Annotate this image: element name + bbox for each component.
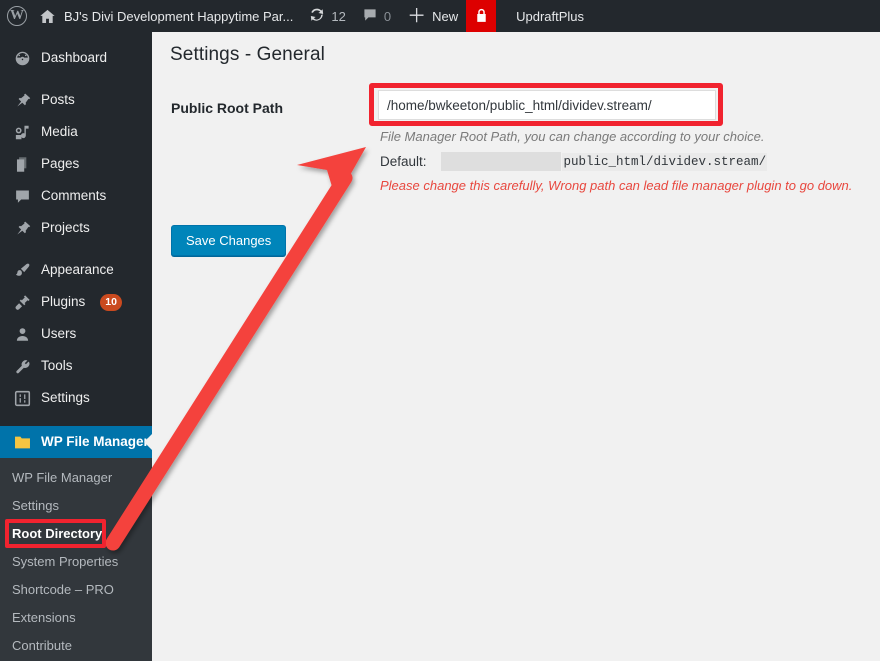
sidebar-item-appearance[interactable]: Appearance [0,254,152,286]
submenu-item-contribute[interactable]: Contribute [0,632,152,660]
updraftplus-menu[interactable]: UpdraftPlus [496,0,602,32]
sidebar-item-plugins[interactable]: Plugins 10 [0,286,152,318]
user-icon [12,324,32,344]
sidebar-label: Media [41,125,78,139]
public-root-path-label: Public Root Path [171,100,283,116]
save-changes-button[interactable]: Save Changes [171,225,286,256]
new-content-menu[interactable]: ＋ New [399,0,466,32]
plug-icon [12,292,32,312]
wordpress-logo-icon: W [7,6,27,26]
comment-bubble-icon [12,186,32,206]
current-menu-pointer [144,434,152,450]
sidebar-item-comments[interactable]: Comments [0,180,152,212]
sidebar-item-pages[interactable]: Pages [0,148,152,180]
menu-group-separator-1 [0,74,152,84]
sidebar-item-settings[interactable]: Settings [0,382,152,414]
updraftplus-label: UpdraftPlus [504,9,594,24]
pages-icon [12,154,32,174]
sidebar-label: Settings [41,391,90,405]
wrench-icon [12,356,32,376]
site-name-menu[interactable]: BJ's Divi Development Happytime Par... [31,0,301,32]
sidebar-item-posts[interactable]: Posts [0,84,152,116]
media-icon [12,122,32,142]
default-label: Default: [380,154,427,169]
wp-file-manager-submenu: WP File Manager Settings Root Directory … [0,458,152,661]
redacted-path-block [441,152,561,171]
menu-group-separator-3 [0,414,152,424]
sidebar-item-tools[interactable]: Tools [0,350,152,382]
new-label: New [432,9,458,24]
submenu-item-extensions[interactable]: Extensions [0,604,152,632]
sidebar-label: WP File Manager [41,435,149,449]
home-icon [39,8,56,25]
submenu-item-wp-file-manager[interactable]: WP File Manager [0,464,152,492]
plus-icon: ＋ [407,7,426,26]
default-path-row: Default: public_html/dividev.stream/ [380,152,767,171]
sidebar-label: Posts [41,93,75,107]
menu-group-separator-2 [0,244,152,254]
submenu-item-system-properties[interactable]: System Properties [0,548,152,576]
default-path-value: public_html/dividev.stream/ [562,153,768,171]
admin-bar: W BJ's Divi Development Happytime Par...… [0,0,880,32]
sidebar-label: Pages [41,157,79,171]
sidebar-label: Appearance [41,263,114,277]
updates-menu[interactable]: 12 [301,0,353,32]
admin-sidebar-menu: Dashboard Posts Media [0,32,152,661]
public-root-path-input[interactable] [378,90,716,120]
pin-icon [12,218,32,238]
menu-spacer-top [0,32,152,42]
wp-logo-menu[interactable]: W [0,0,31,32]
comments-count: 0 [384,9,391,24]
sidebar-label: Users [41,327,76,341]
submenu-item-shortcode-pro[interactable]: Shortcode – PRO [0,576,152,604]
settings-general-panel: Settings - General Public Root Path File… [152,32,880,661]
sidebar-label: Tools [41,359,73,373]
sliders-icon [12,388,32,408]
sidebar-label: Plugins [41,295,85,309]
comment-bubble-icon [362,7,378,26]
page-title: Settings - General [170,44,325,66]
dashboard-icon [12,48,32,68]
submenu-item-root-directory[interactable]: Root Directory [0,520,152,548]
sidebar-label: Dashboard [41,51,107,65]
root-path-help-text: File Manager Root Path, you can change a… [380,129,764,144]
wordpress-admin-screen: W BJ's Divi Development Happytime Par...… [0,0,880,661]
sidebar-label: Projects [41,221,90,235]
plugins-update-badge: 10 [100,294,122,311]
submenu-item-settings[interactable]: Settings [0,492,152,520]
sidebar-item-media[interactable]: Media [0,116,152,148]
site-name-label: BJ's Divi Development Happytime Par... [62,9,293,24]
sidebar-item-users[interactable]: Users [0,318,152,350]
comments-menu[interactable]: 0 [354,0,399,32]
updates-count: 12 [331,9,345,24]
updraftplus-lock-icon[interactable] [466,0,496,32]
sidebar-item-projects[interactable]: Projects [0,212,152,244]
sidebar-item-wp-file-manager[interactable]: WP File Manager [0,426,152,458]
sidebar-label: Comments [41,189,106,203]
sidebar-item-dashboard[interactable]: Dashboard [0,42,152,74]
pin-icon [12,90,32,110]
folder-icon [12,432,32,452]
paintbrush-icon [12,260,32,280]
root-path-warning-text: Please change this carefully, Wrong path… [380,178,852,193]
updates-icon [309,7,325,26]
